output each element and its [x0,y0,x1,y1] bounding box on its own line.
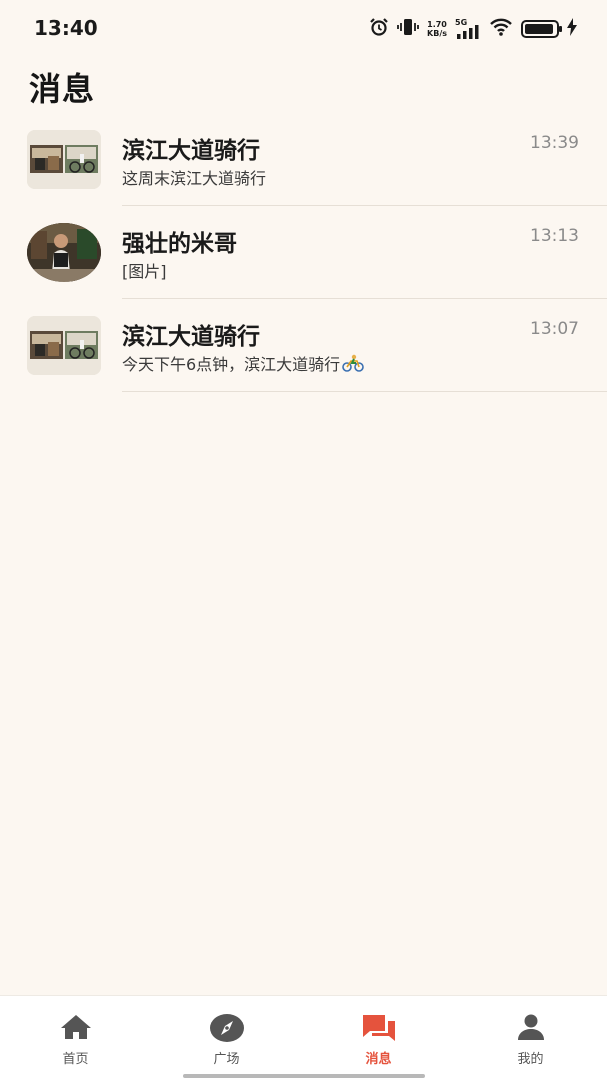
conversation-preview: [图片] [122,262,167,281]
conversation-time: 13:07 [530,319,579,339]
preview-text: 今天下午6点钟，滨江大道骑行 [122,355,341,374]
conversation-preview: 这周末滨江大道骑行 [122,169,267,188]
conversation-name: 滨江大道骑行 [122,138,260,164]
nav-item-square[interactable]: 广场 [151,996,302,1080]
nav-item-me[interactable]: 我的 [455,996,606,1080]
nav-label: 首页 [62,1052,89,1067]
group-avatar [27,130,101,189]
home-indicator[interactable] [183,1074,425,1078]
nav-item-messages[interactable]: 消息 [303,996,454,1080]
status-bar: 13:40 1.70 KB/s 5G [0,0,607,56]
bike-icon [342,354,364,376]
group-avatar [27,316,101,375]
battery-icon [521,20,562,38]
conversation-list: 滨江大道骑行 这周末滨江大道骑行 13:39 强壮的米哥 [图片] 13:13 … [0,113,607,392]
nav-label: 消息 [365,1052,392,1067]
conversation-time: 13:39 [530,133,579,153]
nav-item-home[interactable]: 首页 [0,996,151,1080]
conversation-item[interactable]: 滨江大道骑行 这周末滨江大道骑行 13:39 [0,113,607,206]
nav-label: 广场 [213,1052,240,1067]
conversation-time: 13:13 [530,226,579,246]
cellular-signal-icon: 5G [455,18,481,39]
home-icon [60,1015,91,1039]
user-avatar [27,223,101,282]
nav-label: 我的 [517,1052,544,1067]
wifi-icon [489,17,513,41]
net-speed-value: 1.70 [427,20,447,29]
net-speed-unit: KB/s [427,29,447,38]
compass-icon [209,1014,244,1042]
messages-screen: 13:40 1.70 KB/s 5G 消息 滨江大道骑行 这周末滨江大道骑行 1… [0,0,607,1080]
alarm-icon [369,17,389,41]
person-icon [517,1014,544,1040]
network-speed: 1.70 KB/s [427,20,447,38]
divider [122,391,607,392]
chat-icon [362,1015,395,1041]
vibrate-icon [397,17,419,41]
conversation-name: 滨江大道骑行 [122,324,260,350]
status-time: 13:40 [34,16,98,40]
conversation-name: 强壮的米哥 [122,231,237,257]
conversation-item[interactable]: 滨江大道骑行 今天下午6点钟，滨江大道骑行 13:07 [0,299,607,392]
charging-icon [567,18,577,40]
page-title: 消息 [29,70,96,108]
conversation-item[interactable]: 强壮的米哥 [图片] 13:13 [0,206,607,299]
conversation-preview: 今天下午6点钟，滨江大道骑行 [122,351,364,376]
bottom-nav: 首页 广场 消息 我的 [0,995,607,1080]
status-icons: 1.70 KB/s 5G [369,16,577,42]
